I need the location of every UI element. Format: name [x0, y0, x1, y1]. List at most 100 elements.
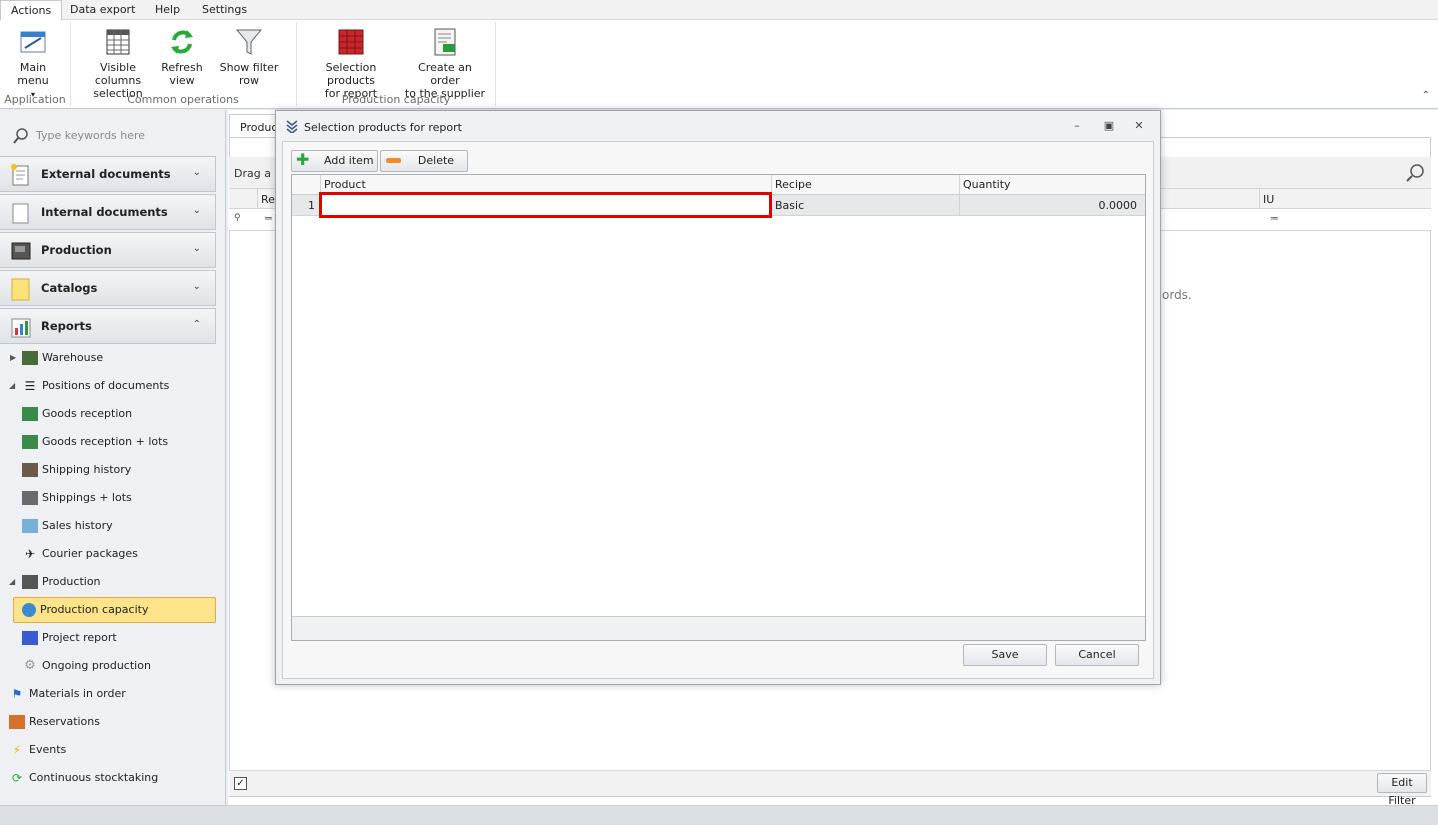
tree-item-goods-reception-lots[interactable]: Goods reception + lots	[22, 431, 168, 453]
tree-item-warehouse[interactable]: Warehouse	[22, 347, 103, 369]
goods-reception-icon	[22, 407, 38, 421]
search-box[interactable]: Type keywords here	[6, 118, 220, 154]
chevron-up-icon: ⌃	[192, 319, 201, 330]
filter-icon	[235, 29, 263, 55]
cancel-button[interactable]: Cancel	[1055, 644, 1139, 666]
tab-help[interactable]: Help	[145, 0, 190, 21]
chevron-down-icon: ⌄	[192, 281, 201, 292]
restore-icon[interactable]: ▣	[1100, 119, 1118, 132]
show-filter-row-button[interactable]: Show filter row	[210, 26, 288, 87]
tree-item-label: Shipping history	[42, 463, 132, 476]
nav-group-external-documents[interactable]: External documents ⌄	[0, 156, 216, 192]
delete-item-button[interactable]: Delete item	[380, 150, 468, 187]
nav-group-catalogs[interactable]: Catalogs ⌄	[0, 270, 216, 306]
collapse-icon[interactable]: ◢	[9, 577, 15, 586]
tree-item-reservations[interactable]: Reservations	[9, 711, 100, 733]
column-divider	[959, 195, 960, 215]
column-divider	[959, 175, 960, 195]
add-item-label: Add item	[324, 154, 374, 167]
main-footer-bar: ✓ Edit Filter	[229, 770, 1431, 807]
column-header-recipe[interactable]: Recipe	[775, 178, 812, 191]
document-icon	[12, 203, 29, 224]
refresh-view-button[interactable]: Refresh view	[160, 26, 204, 87]
filter-equals-icon[interactable]: ═	[1271, 212, 1278, 225]
ribbon-separator	[296, 22, 297, 106]
table-row[interactable]: 1 Basic 0.0000	[292, 192, 1145, 218]
quantity-cell[interactable]: 0.0000	[1099, 199, 1138, 212]
tab-data-export[interactable]: Data export	[60, 0, 145, 21]
chevron-down-icon: ⌄	[192, 243, 201, 254]
column-header-re[interactable]: Re	[261, 193, 275, 206]
product-cell-input[interactable]	[319, 192, 772, 218]
nav-group-reports[interactable]: Reports ⌃	[0, 308, 216, 344]
tree-item-continuous-stocktaking[interactable]: ⟳ Continuous stocktaking	[9, 767, 158, 789]
airplane-icon: ✈	[24, 547, 36, 561]
ribbon-separator	[70, 22, 71, 106]
add-item-button[interactable]: ✚ Add item	[291, 150, 378, 172]
tree-item-courier-packages[interactable]: ✈ Courier packages	[22, 543, 138, 565]
minimize-icon[interactable]: –	[1068, 119, 1086, 132]
grid-footer	[292, 616, 1145, 640]
tree-item-label: Ongoing production	[42, 659, 151, 672]
save-button[interactable]: Save	[963, 644, 1047, 666]
table-columns-icon	[106, 29, 130, 55]
find-icon[interactable]	[1405, 163, 1425, 183]
tree-item-label: Production	[42, 575, 101, 588]
tree-item-ongoing-production[interactable]: ⚙ Ongoing production	[22, 655, 151, 677]
tree-item-positions-of-documents[interactable]: ☰ Positions of documents	[22, 375, 170, 397]
visible-columns-button[interactable]: Visible columns selection	[80, 26, 156, 100]
tree-item-label: Positions of documents	[42, 379, 170, 392]
sales-icon	[22, 519, 38, 533]
dialog-title: Selection products for report	[304, 121, 462, 134]
selection-products-label-1: Selection products	[325, 61, 377, 87]
filter-equals-icon[interactable]: ═	[265, 212, 272, 225]
goods-reception-lots-icon	[22, 435, 38, 449]
create-order-button[interactable]: Create an order to the supplier	[402, 26, 488, 100]
group-production-capacity-label: Production capacity	[341, 93, 451, 106]
nav-group-label: Internal documents	[41, 205, 168, 219]
recipe-cell[interactable]: Basic	[775, 199, 804, 212]
minus-icon	[386, 158, 401, 163]
refresh-label-1: Refresh	[161, 61, 203, 74]
refresh-icon: ⟳	[11, 771, 23, 785]
tab-product[interactable]: Product	[229, 114, 282, 138]
column-header-product[interactable]: Product	[324, 178, 366, 191]
tree-item-sales-history[interactable]: Sales history	[22, 515, 113, 537]
nav-group-label: External documents	[41, 167, 171, 181]
machine-icon	[22, 575, 38, 589]
nav-group-label: Reports	[41, 319, 92, 333]
shipping-icon	[22, 463, 38, 477]
close-icon[interactable]: ✕	[1130, 119, 1148, 132]
nav-group-internal-documents[interactable]: Internal documents ⌄	[0, 194, 216, 230]
filter-enable-checkbox[interactable]: ✓	[234, 777, 247, 790]
edit-filter-button[interactable]: Edit Filter	[1377, 773, 1427, 807]
tree-item-goods-reception[interactable]: Goods reception	[22, 403, 132, 425]
nav-group-label: Catalogs	[41, 281, 98, 295]
tab-settings[interactable]: Settings	[192, 0, 257, 21]
tree-item-materials-in-order[interactable]: ⚑ Materials in order	[9, 683, 126, 705]
catalog-note-icon	[11, 278, 30, 301]
main-menu-icon	[20, 31, 46, 53]
column-header-iu[interactable]: IU	[1263, 193, 1274, 206]
column-header-quantity[interactable]: Quantity	[963, 178, 1011, 191]
group-common-label: Common operations	[127, 93, 239, 106]
expand-icon[interactable]: ▶	[10, 353, 16, 362]
collapse-ribbon-icon[interactable]: ⌃	[1422, 90, 1430, 101]
tree-item-label: Events	[29, 743, 67, 756]
tree-item-events[interactable]: ⚡ Events	[9, 739, 66, 761]
chevron-down-icon: ⌄	[192, 205, 201, 216]
tab-actions[interactable]: Actions	[0, 0, 63, 21]
main-menu-button[interactable]: Main menu ▾	[4, 26, 62, 101]
tree-item-label: Goods reception + lots	[42, 435, 169, 448]
shipping-lots-icon	[22, 491, 38, 505]
tree-item-shippings-lots[interactable]: Shippings + lots	[22, 487, 132, 509]
tree-item-production[interactable]: Production	[22, 571, 101, 593]
nav-group-production[interactable]: Production ⌄	[0, 232, 216, 268]
collapse-icon[interactable]: ◢	[9, 381, 15, 390]
tree-item-project-report[interactable]: Project report	[22, 627, 117, 649]
selection-products-button[interactable]: Selection products for report	[304, 26, 398, 100]
tree-item-shipping-history[interactable]: Shipping history	[22, 459, 131, 481]
tree-item-production-capacity[interactable]: Production capacity	[13, 597, 216, 623]
tree-item-label: Goods reception	[42, 407, 133, 420]
column-divider	[1259, 189, 1260, 209]
